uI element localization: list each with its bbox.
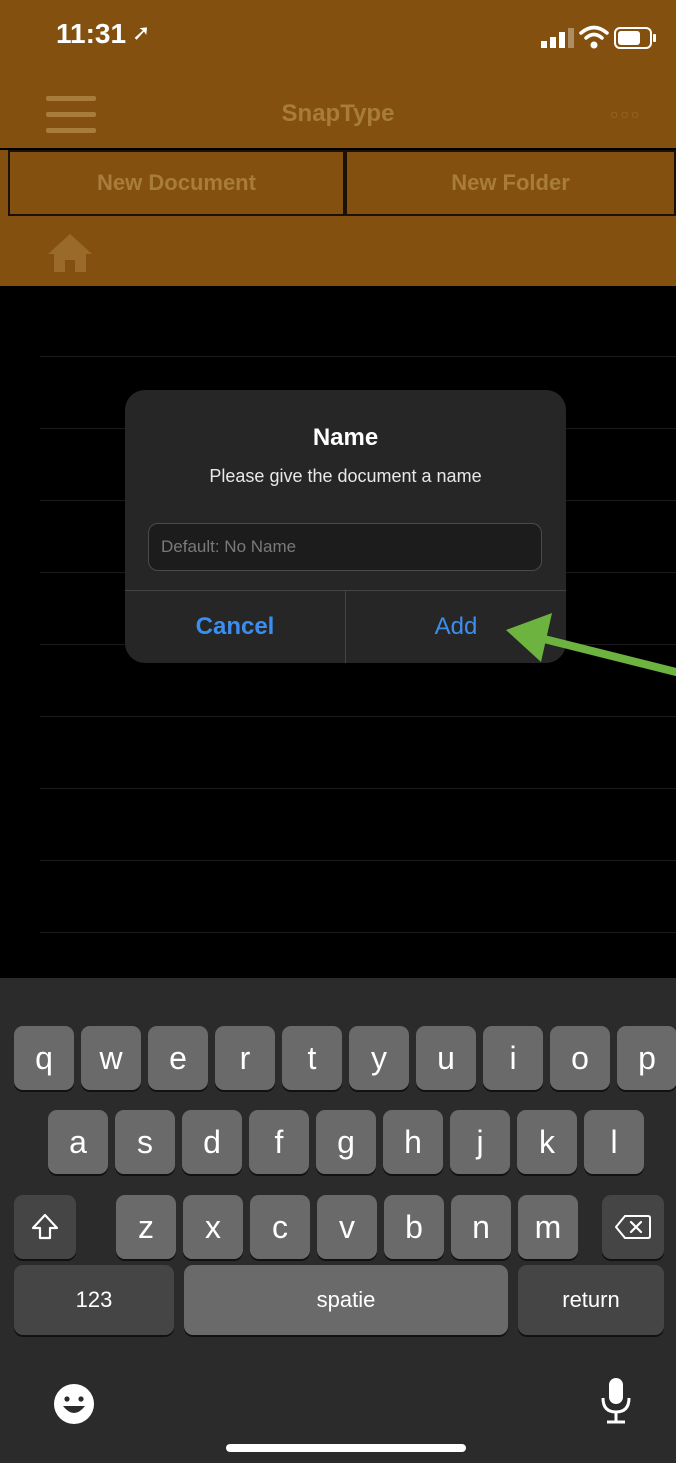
cancel-button[interactable]: Cancel — [125, 591, 345, 663]
key-z[interactable]: z — [116, 1195, 176, 1259]
key-v[interactable]: v — [317, 1195, 377, 1259]
add-button[interactable]: Add — [346, 591, 566, 663]
cellular-signal-icon — [541, 28, 574, 48]
wifi-icon — [579, 25, 609, 49]
home-icon[interactable] — [46, 232, 94, 274]
new-document-button[interactable]: New Document — [8, 150, 345, 216]
key-h[interactable]: h — [383, 1110, 443, 1174]
microphone-icon[interactable] — [598, 1376, 634, 1426]
key-e[interactable]: e — [148, 1026, 208, 1090]
key-b[interactable]: b — [384, 1195, 444, 1259]
key-c[interactable]: c — [250, 1195, 310, 1259]
key-o[interactable]: o — [550, 1026, 610, 1090]
key-g[interactable]: g — [316, 1110, 376, 1174]
delete-key[interactable] — [602, 1195, 664, 1259]
key-i[interactable]: i — [483, 1026, 543, 1090]
list-divider — [40, 932, 676, 933]
status-time: 11:31 — [56, 18, 127, 49]
key-r[interactable]: r — [215, 1026, 275, 1090]
battery-icon — [614, 27, 656, 49]
key-f[interactable]: f — [249, 1110, 309, 1174]
location-arrow-icon: ➚ — [132, 20, 151, 45]
key-p[interactable]: p — [617, 1026, 676, 1090]
breadcrumb-bar — [0, 220, 676, 286]
key-d[interactable]: d — [182, 1110, 242, 1174]
key-s[interactable]: s — [115, 1110, 175, 1174]
home-indicator — [226, 1444, 466, 1452]
key-k[interactable]: k — [517, 1110, 577, 1174]
key-u[interactable]: u — [416, 1026, 476, 1090]
space-key[interactable]: spatie — [184, 1265, 508, 1335]
key-a[interactable]: a — [48, 1110, 108, 1174]
key-n[interactable]: n — [451, 1195, 511, 1259]
return-key[interactable]: return — [518, 1265, 664, 1335]
app-title: SnapType — [281, 100, 395, 127]
key-q[interactable]: q — [14, 1026, 74, 1090]
list-divider — [40, 788, 676, 789]
name-dialog: Name Please give the document a name Can… — [125, 390, 566, 663]
emoji-icon[interactable] — [52, 1382, 96, 1426]
list-divider — [40, 860, 676, 861]
shift-icon — [31, 1213, 59, 1240]
new-folder-button[interactable]: New Folder — [345, 150, 676, 216]
dialog-title: Name — [312, 424, 379, 451]
key-l[interactable]: l — [584, 1110, 644, 1174]
key-y[interactable]: y — [349, 1026, 409, 1090]
dialog-message: Please give the document a name — [209, 466, 482, 486]
numbers-key[interactable]: 123 — [14, 1265, 174, 1335]
shift-key[interactable] — [14, 1195, 76, 1259]
onscreen-keyboard: qwertyuiop asdfghjkl zxcvbnm 123 spatie … — [0, 978, 676, 1463]
list-divider — [40, 356, 676, 357]
key-j[interactable]: j — [450, 1110, 510, 1174]
key-x[interactable]: x — [183, 1195, 243, 1259]
key-t[interactable]: t — [282, 1026, 342, 1090]
key-m[interactable]: m — [518, 1195, 578, 1259]
key-w[interactable]: w — [81, 1026, 141, 1090]
more-options-icon[interactable]: ○○○ — [610, 106, 641, 122]
list-divider — [40, 716, 676, 717]
document-name-input[interactable] — [148, 523, 542, 571]
backspace-icon — [615, 1215, 651, 1239]
